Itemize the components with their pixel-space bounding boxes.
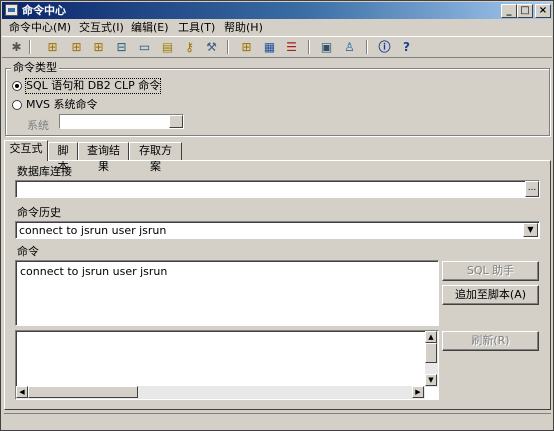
help-icon[interactable]: ? (398, 39, 415, 55)
menu-bar: 命令中心(M) 交互式(I) 编辑(E) 工具(T) 帮助(H) (2, 19, 552, 36)
sql-assist-button[interactable]: SQL 助手 (442, 261, 539, 281)
output-area[interactable]: ▲ ▼ ◀ ▶ (15, 330, 439, 400)
scroll-left-button[interactable]: ◀ (16, 386, 28, 398)
menu-tools[interactable]: 工具(T) (178, 20, 215, 35)
scroll-right-button[interactable]: ▶ (412, 386, 424, 398)
key-icon[interactable]: ⚷ (181, 39, 198, 55)
menu-help[interactable]: 帮助(H) (224, 20, 263, 35)
tree-icon[interactable]: ⊞ (90, 39, 107, 55)
system-combo[interactable] (59, 114, 184, 129)
list-icon[interactable]: ☰ (283, 39, 300, 55)
refresh-button[interactable]: 刷新(R) (442, 331, 539, 351)
scroll-down-button[interactable]: ▼ (425, 374, 437, 386)
browse-button[interactable]: ... (525, 181, 539, 197)
radio-label: MVS 系统命令 (26, 98, 98, 111)
info-icon[interactable]: ⓘ (376, 39, 393, 55)
tab-script[interactable]: 脚本 (48, 142, 78, 173)
command-history-combo[interactable]: connect to jsrun user jsrun ▼ (15, 221, 540, 239)
dropdown-button[interactable] (169, 115, 183, 128)
scroll-thumb[interactable] (425, 343, 437, 363)
window-title: 命令中心 (22, 4, 66, 17)
title-bar[interactable]: 命令中心 _ □ × (2, 2, 552, 19)
scroll-up-button[interactable]: ▲ (425, 331, 437, 343)
scroll-thumb[interactable] (28, 386, 138, 398)
table-icon[interactable]: ▦ (261, 39, 278, 55)
computer-icon[interactable]: ▭ (136, 39, 153, 55)
person-icon[interactable]: ♙ (341, 39, 358, 55)
horizontal-scrollbar[interactable]: ◀ ▶ (16, 386, 425, 399)
db-connection-label: 数据库连接 (17, 165, 72, 178)
system-label: 系统 (27, 119, 49, 132)
tab-interactive[interactable]: 交互式 (4, 140, 48, 161)
book-icon[interactable]: ▣ (318, 39, 335, 55)
app-icon (5, 4, 18, 16)
radio-sql-clp[interactable]: SQL 语句和 DB2 CLP 命令 (12, 78, 212, 94)
close-button[interactable]: × (535, 4, 551, 18)
minimize-button[interactable]: _ (501, 4, 517, 18)
menu-edit[interactable]: 编辑(E) (131, 20, 169, 35)
radio-button[interactable] (12, 81, 22, 91)
radio-label: SQL 语句和 DB2 CLP 命令 (24, 78, 162, 94)
command-type-legend: 命令类型 (11, 61, 59, 74)
radio-mvs[interactable]: MVS 系统命令 (12, 98, 212, 112)
db-connection-field[interactable]: ... (15, 180, 540, 198)
chevron-down-icon[interactable]: ▼ (523, 223, 538, 237)
command-center-window: 命令中心 _ □ × 命令中心(M) 交互式(I) 编辑(E) 工具(T) 帮助… (0, 0, 554, 431)
tree-icon[interactable]: ⊞ (44, 39, 61, 55)
tree-icon[interactable]: ⊟ (113, 39, 130, 55)
command-text: connect to jsrun user jsrun (20, 265, 168, 278)
tab-query-results[interactable]: 查询结果 (78, 142, 129, 173)
tab-access-plan[interactable]: 存取方案 (129, 142, 182, 173)
tree-icon[interactable]: ⊞ (68, 39, 85, 55)
menu-command-center[interactable]: 命令中心(M) (9, 20, 71, 35)
maximize-button[interactable]: □ (517, 4, 533, 18)
toolbar: ✱ ⊞ ⊞ ⊞ ⊟ ▭ ▤ ⚷ ⚒ ⊞ ▦ ☰ ▣ ♙ ⓘ ? (2, 36, 552, 58)
command-label: 命令 (17, 245, 39, 258)
tools-icon[interactable]: ⚒ (203, 39, 220, 55)
vertical-scrollbar[interactable]: ▲ ▼ (425, 331, 438, 387)
status-bar (4, 413, 551, 427)
command-history-label: 命令历史 (17, 206, 61, 219)
document-icon[interactable]: ▤ (159, 39, 176, 55)
add-to-script-button[interactable]: 追加至脚本(A) (442, 285, 539, 305)
menu-interactive[interactable]: 交互式(I) (79, 20, 124, 35)
command-input[interactable]: connect to jsrun user jsrun (15, 260, 439, 326)
command-history-value: connect to jsrun user jsrun (19, 224, 167, 237)
radio-button[interactable] (12, 100, 22, 110)
gear-icon[interactable]: ✱ (8, 39, 25, 55)
tree-icon[interactable]: ⊞ (238, 39, 255, 55)
